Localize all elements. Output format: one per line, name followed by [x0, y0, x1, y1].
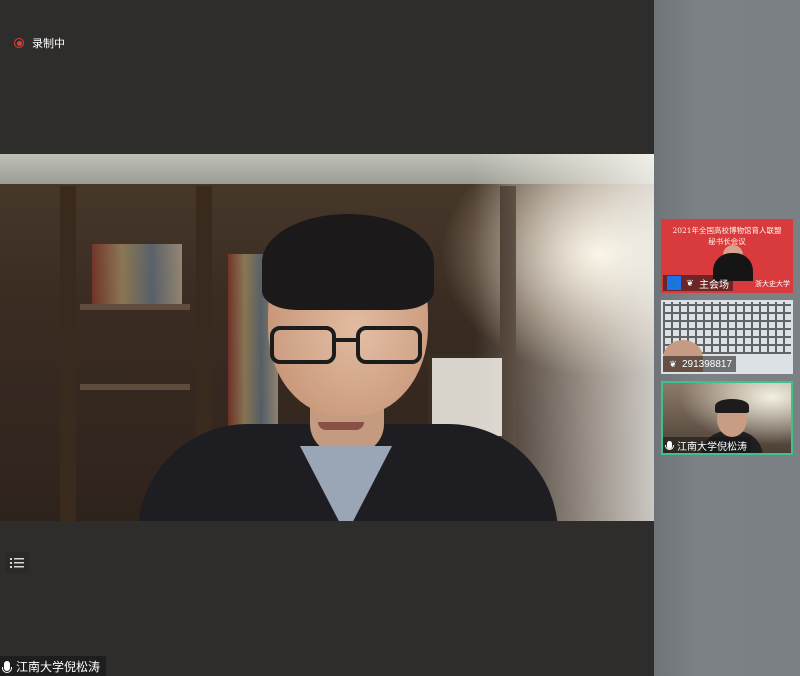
participant-label: 江南大学倪松涛 [663, 437, 751, 453]
main-speaker-label: 江南大学倪松涛 [0, 656, 107, 676]
participant-name: 主会场 [699, 279, 729, 291]
speaker-glasses [270, 326, 426, 366]
glasses-lens-left [270, 326, 336, 364]
mic-icon [665, 441, 674, 450]
logo-icon: ❦ [669, 358, 677, 369]
participant-tile-main-venue[interactable]: 2021年全国高校博物馆育人联盟 秘书长会议 浙大史大学 👤 ❦ 主会场 [661, 219, 793, 293]
glasses-lens-right [356, 326, 422, 364]
participant-tile-291398817[interactable]: ❦ 291398817 [661, 300, 793, 374]
main-speaker-name: 江南大学倪松涛 [16, 659, 101, 674]
main-video[interactable] [0, 154, 654, 521]
slide-title-line1: 2021年全国高校博物馆育人联盟 [672, 226, 782, 235]
participant-name: 291398817 [682, 358, 733, 370]
mic-icon [2, 661, 12, 673]
main-stage: 录制中 江南大学倪松涛 [0, 0, 654, 676]
logo-icon: ❦ [686, 277, 694, 288]
participant-hair [715, 399, 749, 413]
list-glyph [10, 558, 24, 568]
host-icon: 👤 [667, 276, 681, 290]
podium-sign: 浙大史大学 [755, 280, 790, 288]
slide-title: 2021年全国高校博物馆育人联盟 秘书长会议 [663, 225, 791, 247]
shelf [80, 304, 190, 310]
participant-tile-active-speaker[interactable]: 江南大学倪松涛 [661, 381, 793, 455]
bookshelf-books [92, 244, 182, 304]
shelf [80, 384, 190, 390]
recording-indicator: 录制中 [14, 35, 65, 51]
record-icon [14, 38, 24, 48]
speaker-hair [262, 214, 434, 310]
cabinet-frame [60, 186, 76, 521]
participant-label: 👤 ❦ 主会场 [663, 275, 733, 291]
list-icon[interactable] [5, 552, 29, 574]
speaker-mouth [318, 422, 364, 430]
participant-label: ❦ 291398817 [663, 356, 737, 372]
recording-label: 录制中 [32, 38, 65, 50]
participant-name: 江南大学倪松涛 [677, 441, 747, 453]
